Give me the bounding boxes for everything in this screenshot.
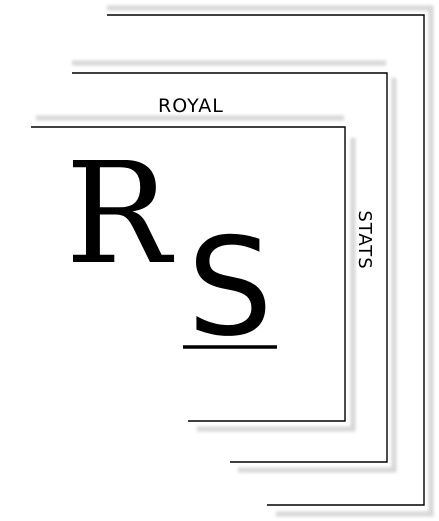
- royal-stats-logo: ROYAL STATS R S: [0, 0, 439, 521]
- stats-word: STATS: [354, 210, 375, 270]
- royal-word: ROYAL: [158, 95, 224, 117]
- monogram-letter-r: R: [65, 133, 171, 296]
- monogram-letter-s: S: [187, 209, 273, 366]
